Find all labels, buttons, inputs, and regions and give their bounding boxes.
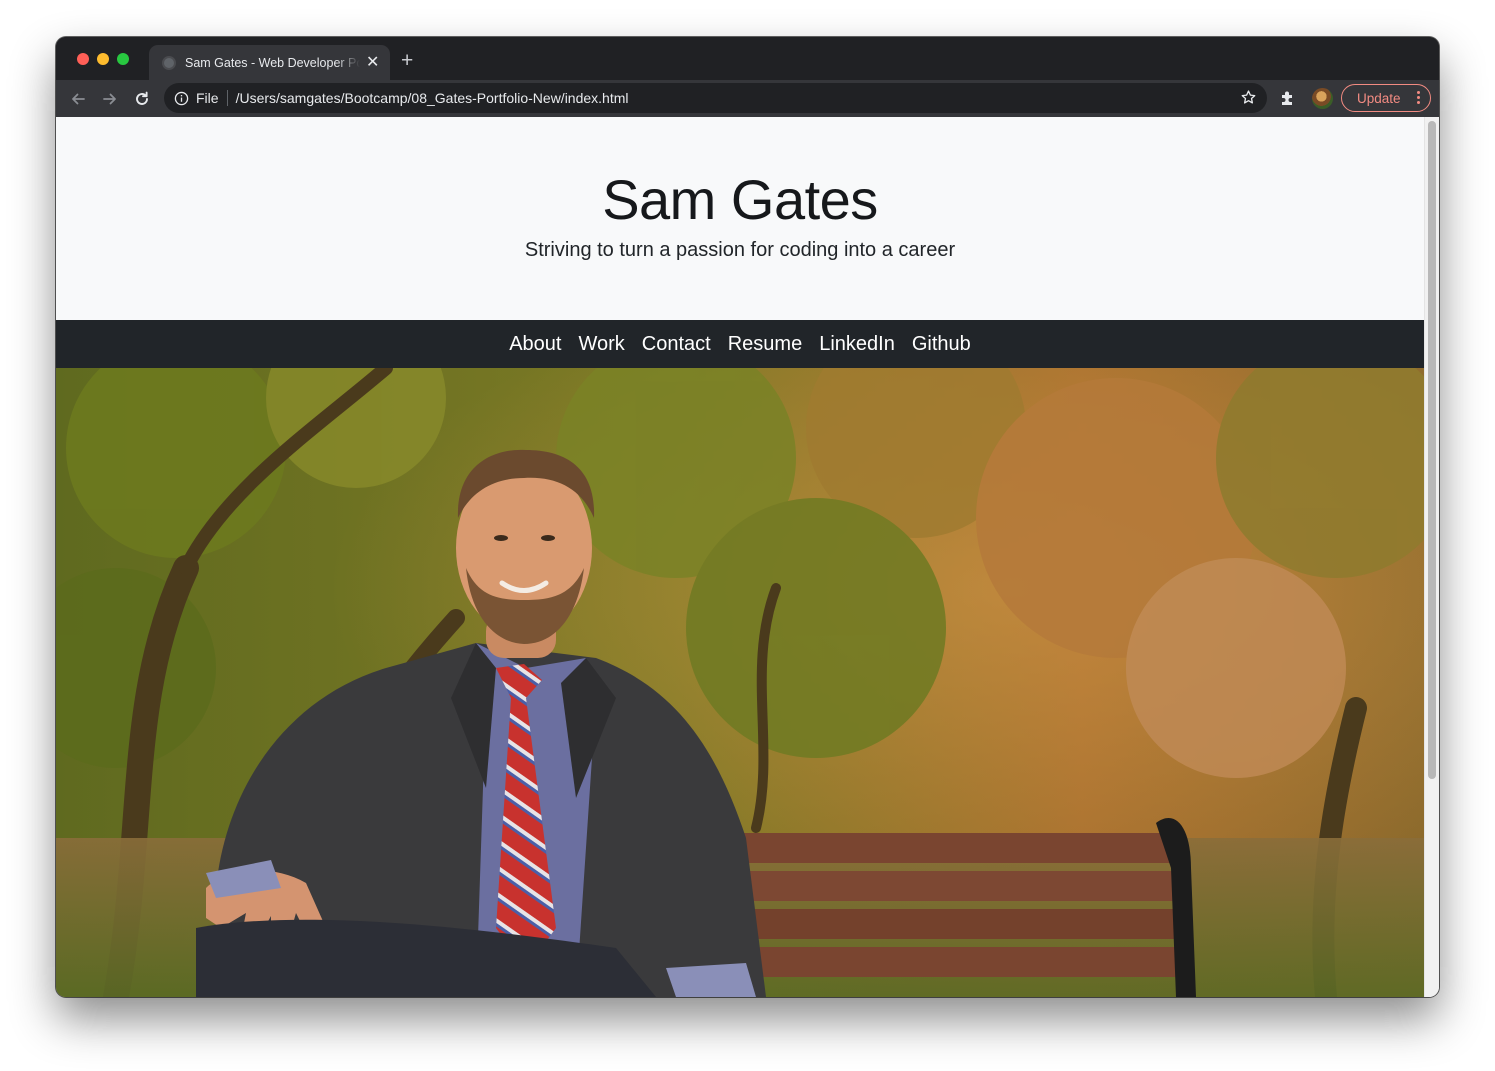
puzzle-icon — [1282, 91, 1292, 105]
tab-title: Sam Gates - Web Developer Portfolio — [185, 55, 360, 70]
arrow-right-icon — [103, 93, 116, 105]
url-divider — [226, 90, 228, 106]
arrow-left-icon — [72, 93, 85, 105]
update-label: Update — [1357, 90, 1401, 106]
site-navbar: About Work Contact Resume LinkedIn Githu… — [56, 320, 1424, 368]
profile-avatar[interactable] — [1312, 88, 1333, 109]
nav-link-linkedin[interactable]: LinkedIn — [819, 333, 895, 356]
page-viewport: Sam Gates Striving to turn a passion for… — [56, 117, 1439, 997]
extensions-button[interactable] — [1278, 88, 1298, 113]
page-tagline: Striving to turn a passion for coding in… — [524, 239, 956, 261]
browser-toolbar: File /Users/samgates/Bootcamp/08_Gates-P… — [56, 80, 1439, 117]
info-icon[interactable] — [174, 91, 189, 106]
browser-window: Sam Gates - Web Developer Portfolio ✕ + … — [56, 37, 1439, 997]
tab-strip: Sam Gates - Web Developer Portfolio ✕ + — [56, 37, 1439, 80]
nav-link-about[interactable]: About — [509, 333, 561, 356]
reload-icon — [136, 91, 148, 105]
site-header: Sam Gates Striving to turn a passion for… — [56, 117, 1424, 320]
close-window-button[interactable] — [77, 53, 89, 65]
page-title: Sam Gates — [602, 168, 878, 231]
address-bar[interactable]: File /Users/samgates/Bootcamp/08_Gates-P… — [164, 83, 1267, 113]
new-tab-button[interactable]: + — [401, 50, 413, 71]
nav-link-work[interactable]: Work — [578, 333, 624, 356]
update-button[interactable]: Update — [1341, 84, 1431, 112]
vertical-scrollbar[interactable] — [1424, 117, 1439, 997]
url-text[interactable]: /Users/samgates/Bootcamp/08_Gates-Portfo… — [236, 90, 629, 106]
globe-icon — [162, 55, 176, 70]
kebab-menu-icon[interactable] — [1417, 91, 1420, 104]
nav-link-contact[interactable]: Contact — [642, 333, 711, 356]
active-tab[interactable]: Sam Gates - Web Developer Portfolio ✕ — [149, 45, 390, 80]
back-button[interactable] — [66, 87, 90, 111]
forward-button[interactable] — [98, 87, 122, 111]
hero-photo-illustration — [56, 368, 1424, 997]
bookmark-button[interactable] — [1240, 89, 1257, 109]
maximize-window-button[interactable] — [117, 53, 129, 65]
close-icon[interactable]: ✕ — [366, 54, 379, 71]
reload-button[interactable] — [130, 87, 154, 111]
minimize-window-button[interactable] — [97, 53, 109, 65]
nav-link-resume[interactable]: Resume — [728, 333, 802, 356]
star-icon — [1241, 90, 1256, 104]
scrollbar-thumb[interactable] — [1428, 121, 1436, 779]
hero-image — [56, 368, 1424, 997]
nav-link-github[interactable]: Github — [912, 333, 971, 356]
url-scheme-label: File — [196, 90, 219, 106]
